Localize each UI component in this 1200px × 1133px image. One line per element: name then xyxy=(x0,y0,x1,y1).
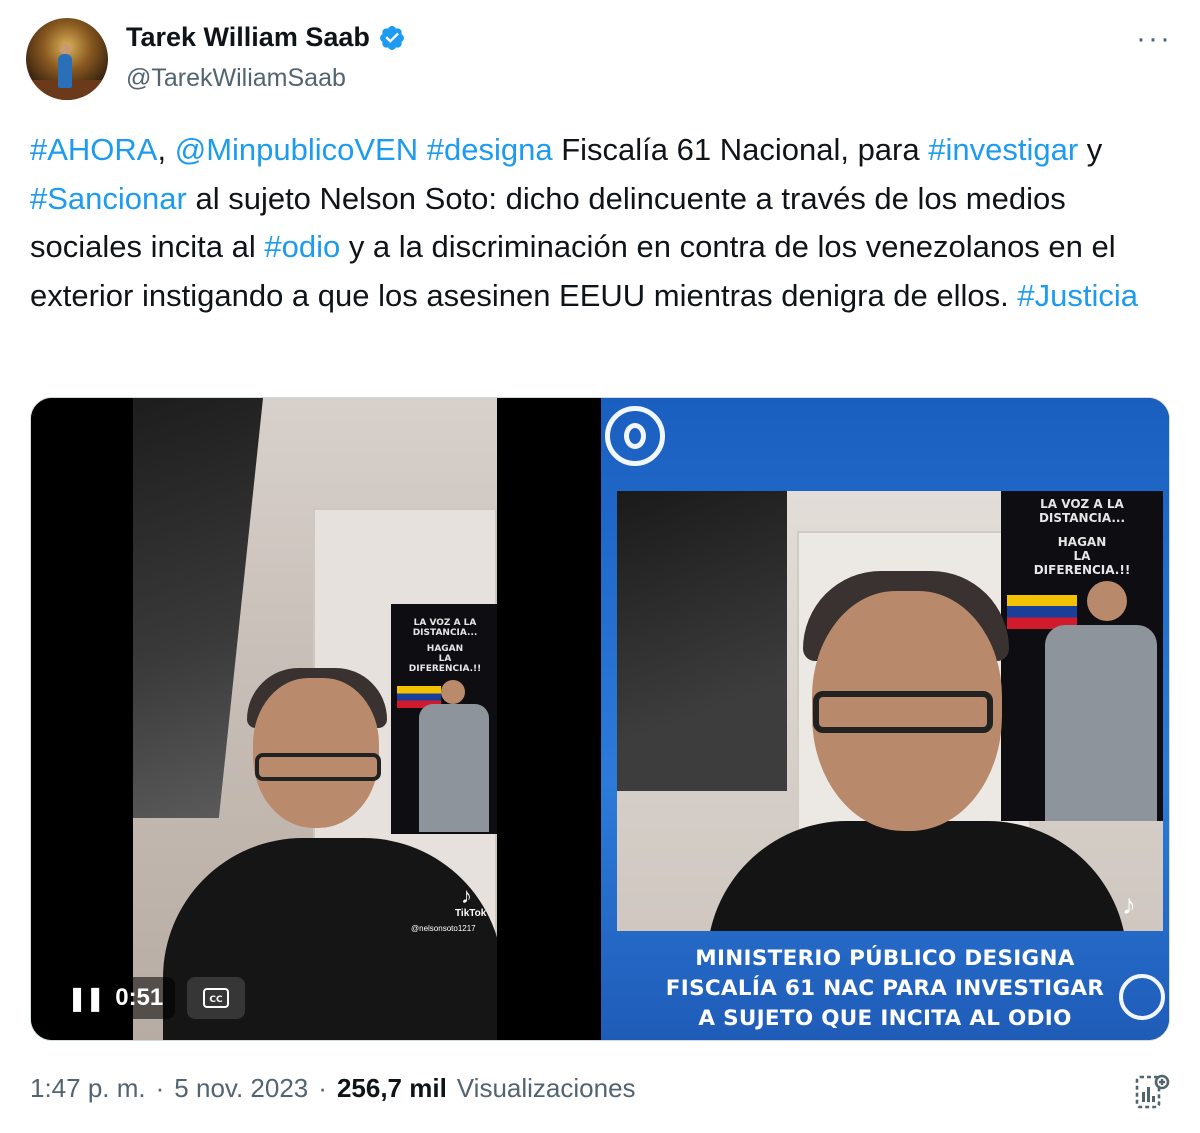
tiktok-label: TikTok xyxy=(455,908,487,919)
playback-control[interactable]: ❚❚ 0:51 xyxy=(55,977,176,1019)
tweet-meta: 1:47 p. m. · 5 nov. 2023 · 256,7 mil Vis… xyxy=(30,1073,636,1104)
tweet-time[interactable]: 1:47 p. m. xyxy=(30,1073,146,1104)
tweet-text-segment: , xyxy=(157,132,175,167)
analytics-icon[interactable] xyxy=(1134,1072,1170,1112)
avatar[interactable] xyxy=(26,18,108,100)
ministerio-publico-logo-icon xyxy=(1119,974,1165,1020)
author-handle[interactable]: @TarekWiliamSaab xyxy=(126,64,346,93)
poster-line: LA xyxy=(1073,549,1091,563)
image-frame: LA VOZ A LA DISTANCIA... HAGAN LA DIFERE… xyxy=(617,491,1163,931)
hashtag-link[interactable]: #Sancionar xyxy=(30,181,187,216)
ministerio-publico-logo-icon xyxy=(605,406,665,466)
tweet-date[interactable]: 5 nov. 2023 xyxy=(174,1073,308,1104)
glasses xyxy=(813,691,993,733)
pause-icon[interactable]: ❚❚ xyxy=(67,984,105,1013)
video-player[interactable]: LA VOZ A LA DISTANCIA... HAGAN LA DIFERE… xyxy=(31,398,597,1040)
hashtag-link[interactable]: #Justicia xyxy=(1017,278,1138,313)
poster-line: DISTANCIA... xyxy=(1038,511,1126,525)
glasses xyxy=(255,753,381,781)
tiktok-icon: ♪ xyxy=(461,883,472,908)
views-count: 256,7 mil xyxy=(336,1073,447,1103)
separator: · xyxy=(155,1073,165,1103)
tweet-text-segment: Fiscalía 61 Nacional, para xyxy=(552,132,929,167)
poster-line: LA VOZ A LA xyxy=(413,618,477,628)
poster-line: HAGAN xyxy=(1057,535,1107,549)
poster-line: DIFERENCIA.!! xyxy=(1033,563,1131,577)
tiktok-icon: ♪ xyxy=(1122,889,1136,920)
hashtag-link[interactable]: #investigar xyxy=(928,132,1078,167)
poster-line: HAGAN xyxy=(426,644,464,654)
views-label: Visualizaciones xyxy=(456,1073,636,1103)
media-grid: LA VOZ A LA DISTANCIA... HAGAN LA DIFERE… xyxy=(30,397,1170,1041)
caption-line: FISCALÍA 61 NAC PARA INVESTIGAR xyxy=(665,976,1105,1001)
video-controls: ❚❚ 0:51 CC xyxy=(55,976,265,1020)
tweet-text: #AHORA, @MinpublicoVEN #designa Fiscalía… xyxy=(30,126,1160,320)
hashtag-link[interactable]: #designa xyxy=(427,132,553,167)
hashtag-link[interactable]: #odio xyxy=(264,229,340,264)
more-options-icon[interactable]: ··· xyxy=(1136,24,1172,54)
tiktok-username: @nelsonsoto1217 xyxy=(411,924,476,933)
author-name-row: Tarek William Saab xyxy=(126,22,406,53)
mention-link[interactable]: @MinpublicoVEN xyxy=(175,132,418,167)
video-time: 0:51 xyxy=(115,984,164,1011)
poster-line: LA xyxy=(438,654,452,664)
captions-icon[interactable]: CC xyxy=(187,977,246,1019)
venezuela-flag-icon xyxy=(1007,595,1077,629)
poster-line: DISTANCIA... xyxy=(412,628,478,638)
image-poster: LA VOZ A LA DISTANCIA... HAGAN LA DIFERE… xyxy=(1001,491,1163,821)
poster-line: DIFERENCIA.!! xyxy=(408,664,482,674)
tweet-text-segment: y xyxy=(1078,132,1103,167)
video-poster: LA VOZ A LA DISTANCIA... HAGAN LA DIFERE… xyxy=(391,604,497,834)
hashtag-link[interactable]: #AHORA xyxy=(30,132,157,167)
tweet-text-segment xyxy=(418,132,427,167)
image-caption: MINISTERIO PÚBLICO DESIGNA FISCALÍA 61 N… xyxy=(601,938,1169,1040)
caption-line: A SUJETO QUE INCITA AL ODIO xyxy=(698,1006,1072,1031)
tweet-header: Tarek William Saab @TarekWiliamSaab ··· xyxy=(26,18,1176,102)
separator: · xyxy=(318,1073,327,1103)
caption-line: MINISTERIO PÚBLICO DESIGNA xyxy=(695,946,1075,971)
svg-text:CC: CC xyxy=(210,995,224,1005)
news-image[interactable]: LA VOZ A LA DISTANCIA... HAGAN LA DIFERE… xyxy=(601,398,1169,1040)
verified-badge-icon xyxy=(379,25,404,50)
author-name[interactable]: Tarek William Saab xyxy=(126,22,370,53)
poster-line: LA VOZ A LA xyxy=(1040,497,1124,511)
video-frame: LA VOZ A LA DISTANCIA... HAGAN LA DIFERE… xyxy=(133,398,497,1040)
